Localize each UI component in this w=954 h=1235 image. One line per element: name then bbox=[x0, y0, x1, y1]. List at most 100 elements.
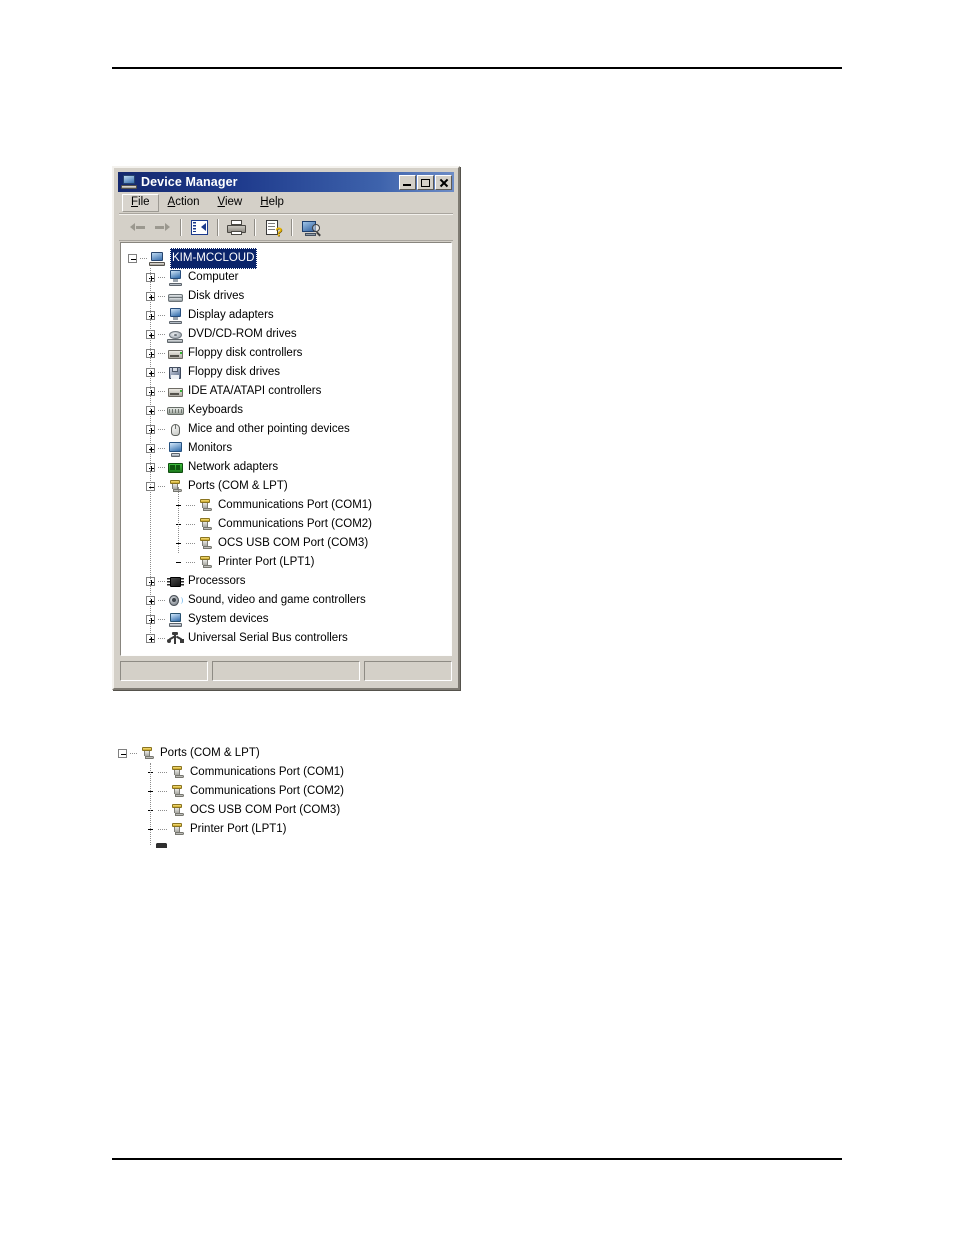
maximize-button[interactable] bbox=[417, 174, 434, 190]
tree-connector-line bbox=[130, 753, 137, 754]
tree-row[interactable]: OCS USB COM Port (COM3) bbox=[128, 534, 450, 553]
tree-row[interactable]: Communications Port (COM2) bbox=[118, 782, 448, 801]
document-page: Device Manager File Action View Help ? K… bbox=[0, 0, 954, 1235]
tree-connector-line bbox=[186, 562, 195, 563]
system-device-icon bbox=[167, 612, 184, 628]
tree-connector-line bbox=[158, 334, 165, 335]
status-pane-2 bbox=[212, 661, 360, 681]
tree-connector-line bbox=[158, 391, 165, 392]
arrow-left-icon bbox=[130, 222, 145, 233]
tree-row[interactable]: Processors bbox=[128, 572, 450, 591]
processor-icon bbox=[167, 574, 184, 590]
menu-bar: File Action View Help bbox=[119, 193, 453, 214]
print-button[interactable] bbox=[224, 216, 249, 239]
tree-connector-line bbox=[158, 619, 165, 620]
tree-row[interactable]: KIM-MCCLOUD bbox=[128, 248, 450, 269]
page-footer-rule bbox=[112, 1158, 842, 1160]
properties-button[interactable]: ? bbox=[261, 216, 286, 239]
scan-for-hardware-changes-button[interactable] bbox=[298, 216, 323, 239]
tree-row[interactable]: Printer Port (LPT1) bbox=[128, 553, 450, 572]
menu-item-help[interactable]: Help bbox=[251, 194, 293, 212]
tree-row[interactable]: Mice and other pointing devices bbox=[128, 420, 450, 439]
tree-row[interactable]: Floppy disk controllers bbox=[128, 344, 450, 363]
tree-row[interactable]: Display adapters bbox=[128, 306, 450, 325]
forward-button[interactable] bbox=[150, 216, 175, 239]
tree-connector-line bbox=[140, 258, 147, 259]
tree-row[interactable]: Sound, video and game controllers bbox=[128, 591, 450, 610]
cut-off-node-icon bbox=[156, 843, 170, 850]
tree-node-label: Sound, video and game controllers bbox=[188, 594, 366, 606]
tree-row[interactable]: Communications Port (COM1) bbox=[118, 763, 448, 782]
tree-node-label: DVD/CD-ROM drives bbox=[188, 328, 297, 340]
tree-node-label: Ports (COM & LPT) bbox=[160, 747, 260, 759]
window-controls bbox=[399, 174, 452, 190]
tree-leaf-spacer bbox=[174, 558, 183, 567]
tree-row[interactable]: System devices bbox=[128, 610, 450, 629]
tree-row[interactable]: Printer Port (LPT1) bbox=[118, 820, 448, 839]
menu-item-action[interactable]: Action bbox=[159, 194, 209, 212]
sound-controller-icon bbox=[167, 593, 184, 609]
tree-row[interactable]: Network adapters bbox=[128, 458, 450, 477]
keyboard-icon bbox=[167, 403, 184, 419]
tree-vertical-line bbox=[150, 268, 151, 639]
printer-icon bbox=[227, 220, 246, 235]
tree-row[interactable]: Floppy disk drives bbox=[128, 363, 450, 382]
tree-node-label: Printer Port (LPT1) bbox=[190, 823, 287, 835]
tree-node-label: Mice and other pointing devices bbox=[188, 423, 350, 435]
tree-node-label: Communications Port (COM1) bbox=[190, 766, 345, 778]
tree-row[interactable]: Keyboards bbox=[128, 401, 450, 420]
tree-row[interactable]: Ports (COM & LPT) bbox=[128, 477, 450, 496]
menu-item-view[interactable]: View bbox=[209, 194, 252, 212]
collapse-node-button[interactable] bbox=[128, 254, 137, 263]
tree-row[interactable]: OCS USB COM Port (COM3) bbox=[118, 801, 448, 820]
tree-connector-line bbox=[158, 600, 165, 601]
computer-icon bbox=[121, 174, 137, 190]
tree-connector-line bbox=[158, 410, 165, 411]
tree-vertical-line bbox=[150, 763, 151, 845]
toolbar: ? bbox=[119, 214, 453, 241]
toolbar-separator bbox=[254, 219, 256, 236]
tree-connector-line bbox=[186, 543, 195, 544]
toolbar-separator bbox=[217, 219, 219, 236]
tree-row[interactable]: Computer bbox=[128, 268, 450, 287]
port-icon bbox=[169, 784, 186, 800]
window-titlebar[interactable]: Device Manager bbox=[118, 172, 454, 192]
back-button[interactable] bbox=[125, 216, 150, 239]
tree-connector-line bbox=[158, 353, 165, 354]
tree-connector-line bbox=[158, 810, 167, 811]
tree-node-label: IDE ATA/ATAPI controllers bbox=[188, 385, 322, 397]
tree-row[interactable]: DVD/CD-ROM drives bbox=[128, 325, 450, 344]
port-icon bbox=[169, 765, 186, 781]
device-tree: KIM-MCCLOUD Computer Disk drives Display ad… bbox=[122, 244, 450, 654]
tree-connector-line bbox=[158, 467, 165, 468]
status-pane-1 bbox=[120, 661, 208, 681]
usb-controller-icon bbox=[167, 631, 184, 647]
disk-drive-icon bbox=[167, 289, 184, 305]
port-icon bbox=[169, 803, 186, 819]
device-tree-pane[interactable]: KIM-MCCLOUD Computer Disk drives Display ad… bbox=[120, 242, 452, 656]
close-button[interactable] bbox=[435, 174, 452, 190]
tree-node-label: Communications Port (COM2) bbox=[218, 518, 373, 530]
tree-row[interactable]: Communications Port (COM1) bbox=[128, 496, 450, 515]
tree-row[interactable]: IDE ATA/ATAPI controllers bbox=[128, 382, 450, 401]
minimize-button[interactable] bbox=[399, 174, 416, 190]
tree-node-label: Floppy disk drives bbox=[188, 366, 281, 378]
menu-item-file[interactable]: File bbox=[122, 194, 159, 212]
tree-row[interactable]: Disk drives bbox=[128, 287, 450, 306]
tree-connector-line bbox=[158, 638, 165, 639]
port-icon bbox=[139, 746, 156, 762]
tree-connector-line bbox=[158, 581, 165, 582]
tree-node-label: Floppy disk controllers bbox=[188, 347, 303, 359]
status-bar bbox=[120, 660, 452, 682]
tree-row[interactable]: Communications Port (COM2) bbox=[128, 515, 450, 534]
tree-row[interactable]: Monitors bbox=[128, 439, 450, 458]
show-hide-console-tree-button[interactable] bbox=[187, 216, 212, 239]
computer-root-icon bbox=[149, 251, 166, 267]
tree-row[interactable]: Ports (COM & LPT) bbox=[118, 744, 448, 763]
collapse-node-button[interactable] bbox=[118, 749, 127, 758]
help-properties-icon: ? bbox=[265, 219, 283, 238]
tree-node-label: Computer bbox=[188, 271, 239, 283]
display-adapter-icon bbox=[167, 307, 184, 324]
tree-node-label: System devices bbox=[188, 613, 269, 625]
tree-row[interactable]: Universal Serial Bus controllers bbox=[128, 629, 450, 648]
